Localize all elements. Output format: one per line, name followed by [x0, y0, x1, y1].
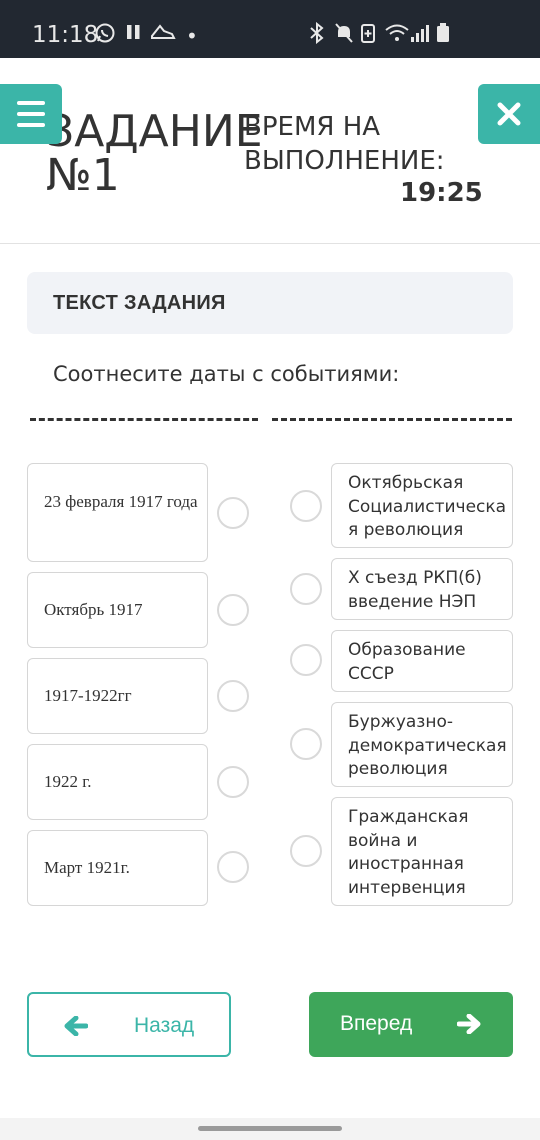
- page-title: ЗАДАНИЕ №1: [46, 106, 263, 201]
- status-time: 11:18: [32, 22, 99, 48]
- event-radio[interactable]: [290, 573, 322, 605]
- date-card[interactable]: Октябрь 1917: [27, 572, 208, 648]
- date-card[interactable]: 1917-1922гг: [27, 658, 208, 734]
- dot-icon: •: [186, 24, 198, 48]
- divider: [30, 418, 258, 422]
- date-label: 23 февраля 1917 года: [44, 492, 198, 511]
- time-label: ВРЕМЯ НА ВЫПОЛНЕНИЕ:: [244, 112, 445, 176]
- home-indicator[interactable]: [198, 1126, 342, 1131]
- arrow-left-icon: [64, 1016, 88, 1036]
- shoe-icon: [150, 22, 176, 47]
- navigation-bar: [0, 1118, 540, 1140]
- divider: [272, 418, 512, 422]
- task-instruction: Соотнесите даты с событиями:: [53, 362, 400, 386]
- event-radio[interactable]: [290, 644, 322, 676]
- event-radio[interactable]: [290, 835, 322, 867]
- event-card[interactable]: Гражданская война и иностранная интервен…: [331, 797, 513, 906]
- battery-saver-icon: [360, 22, 376, 49]
- event-card[interactable]: Октябрьская Социалистическа я революция: [331, 463, 513, 548]
- whatsapp-icon: [94, 22, 116, 49]
- signal-icon: [410, 22, 430, 49]
- wifi-icon: [384, 22, 410, 49]
- back-label: Назад: [134, 1014, 195, 1037]
- task-text-header: ТЕКСТ ЗАДАНИЯ: [27, 272, 513, 334]
- event-card[interactable]: Х съезд РКП(б) введение НЭП: [331, 558, 513, 620]
- event-radio[interactable]: [290, 728, 322, 760]
- status-bar: 11:18 •: [0, 0, 540, 58]
- event-card[interactable]: Буржуазно-демократическая революция: [331, 702, 513, 787]
- task-section-title: ТЕКСТ ЗАДАНИЯ: [53, 292, 226, 314]
- bluetooth-icon: [308, 21, 326, 49]
- date-radio[interactable]: [217, 594, 249, 626]
- event-label: Октябрьская Социалистическа я революция: [348, 473, 507, 540]
- date-radio[interactable]: [217, 680, 249, 712]
- arrow-right-icon: [457, 1014, 481, 1034]
- date-radio[interactable]: [217, 851, 249, 883]
- next-label: Вперед: [340, 1012, 413, 1035]
- date-card[interactable]: 1922 г.: [27, 744, 208, 820]
- event-radio[interactable]: [290, 490, 322, 522]
- header: ЗАДАНИЕ №1 ВРЕМЯ НА ВЫПОЛНЕНИЕ: 19:25: [0, 58, 540, 244]
- date-label: Март 1921г.: [44, 858, 130, 877]
- timer-value: 19:25: [400, 178, 483, 208]
- next-button[interactable]: Вперед: [309, 992, 513, 1057]
- date-radio[interactable]: [217, 497, 249, 529]
- pause-icon: [126, 22, 142, 47]
- mute-icon: [334, 22, 354, 49]
- date-card[interactable]: Март 1921г.: [27, 830, 208, 906]
- date-card[interactable]: 23 февраля 1917 года: [27, 463, 208, 562]
- date-label: 1922 г.: [44, 772, 92, 791]
- event-label: Х съезд РКП(б) введение НЭП: [348, 568, 482, 612]
- event-label: Гражданская война и иностранная интервен…: [348, 807, 469, 898]
- date-label: 1917-1922гг: [44, 686, 132, 705]
- close-button[interactable]: [478, 84, 540, 144]
- date-radio[interactable]: [217, 766, 249, 798]
- menu-button[interactable]: [0, 84, 62, 144]
- close-icon: [497, 102, 521, 126]
- event-label: Образование СССР: [348, 640, 466, 684]
- event-label: Буржуазно-демократическая революция: [348, 712, 507, 779]
- battery-icon: [436, 22, 450, 49]
- back-button[interactable]: Назад: [27, 992, 231, 1057]
- event-card[interactable]: Образование СССР: [331, 630, 513, 692]
- date-label: Октябрь 1917: [44, 600, 143, 619]
- menu-icon: [17, 101, 45, 105]
